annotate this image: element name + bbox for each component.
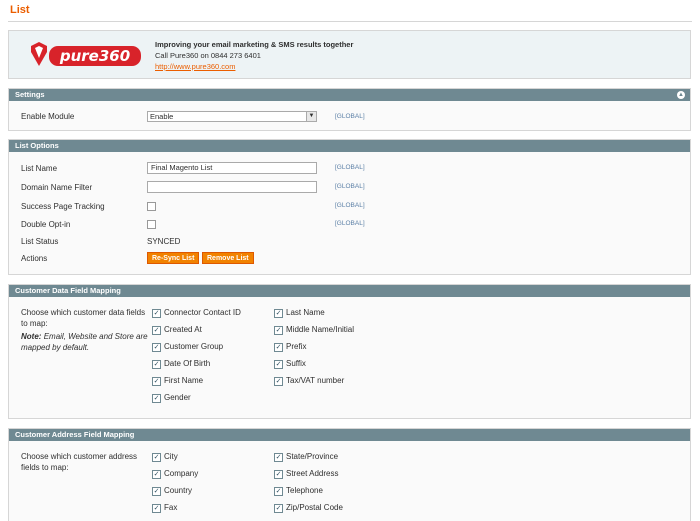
scope-label: [GLOBAL]: [335, 202, 365, 209]
list-options-header[interactable]: List Options: [9, 140, 690, 152]
scope-label: [GLOBAL]: [335, 164, 365, 171]
banner-headline: Improving your email marketing & SMS res…: [155, 40, 354, 49]
banner-phone: Call Pure360 on 0844 273 6401: [155, 51, 261, 60]
success-tracking-label: Success Page Tracking: [21, 202, 105, 211]
actions-label: Actions: [21, 254, 48, 263]
resync-list-button[interactable]: Re-Sync List: [147, 252, 200, 264]
customer-address-mapping-section: Customer Address Field Mapping Choose wh…: [8, 428, 691, 521]
settings-section: Settings ▲ Enable Module Enable ▼ [GLOBA…: [8, 88, 691, 131]
list-name-label: List Name: [21, 164, 58, 173]
list-status-value: SYNCED: [147, 237, 181, 246]
scope-label: [GLOBAL]: [335, 183, 365, 190]
list-status-label: List Status: [21, 237, 59, 246]
collapse-icon[interactable]: ▲: [677, 91, 685, 99]
domain-filter-label: Domain Name Filter: [21, 183, 93, 192]
domain-filter-input[interactable]: [147, 181, 317, 193]
banner-text: Improving your email marketing & SMS res…: [155, 39, 353, 72]
scope-label: [GLOBAL]: [335, 220, 365, 227]
double-optin-checkbox[interactable]: [147, 220, 156, 229]
customer-address-description: Choose which customer address fields to …: [21, 452, 138, 472]
double-optin-label: Double Opt-in: [21, 220, 71, 229]
customer-data-note: Note: Email, Website and Store are mappe…: [21, 331, 151, 353]
settings-header[interactable]: Settings ▲: [9, 89, 690, 101]
pure360-logo: pure360: [31, 42, 141, 66]
success-tracking-checkbox[interactable]: [147, 202, 156, 211]
customer-data-header-label: Customer Data Field Mapping: [15, 286, 121, 295]
enable-module-select[interactable]: Enable ▼: [147, 111, 317, 122]
customer-data-header[interactable]: Customer Data Field Mapping: [9, 285, 690, 297]
enable-module-value: Enable: [150, 112, 174, 121]
customer-data-description: Choose which customer data fields to map…: [21, 308, 146, 328]
logo-text: pure360: [59, 47, 130, 65]
banner-link[interactable]: http://www.pure360.com: [155, 62, 235, 71]
customer-address-header-label: Customer Address Field Mapping: [15, 430, 135, 439]
pure360-banner: pure360 Improving your email marketing &…: [8, 30, 691, 79]
title-divider: [8, 21, 692, 22]
settings-header-label: Settings: [15, 90, 45, 99]
enable-module-label: Enable Module: [21, 112, 75, 121]
remove-list-button[interactable]: Remove List: [202, 252, 254, 264]
list-options-section: List Options List Name Final Magento Lis…: [8, 139, 691, 275]
list-name-input[interactable]: Final Magento List: [147, 162, 317, 174]
note-label: Note:: [21, 332, 42, 341]
customer-data-mapping-section: Customer Data Field Mapping Choose which…: [8, 284, 691, 419]
page-title: List: [10, 4, 30, 16]
list-options-header-label: List Options: [15, 141, 59, 150]
customer-address-header[interactable]: Customer Address Field Mapping: [9, 429, 690, 441]
chevron-down-icon[interactable]: ▼: [306, 112, 316, 121]
scope-label: [GLOBAL]: [335, 113, 365, 120]
